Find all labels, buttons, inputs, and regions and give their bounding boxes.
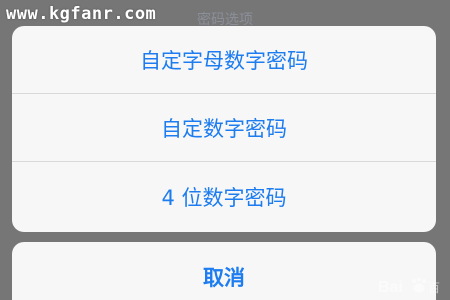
option-numeric-passcode-button[interactable]: 自定数字密码 [12, 94, 436, 162]
baidu-logo-icon: Bai 百 [378, 277, 440, 296]
password-options-sheet: 自定字母数字密码 自定数字密码 4 位数字密码 [12, 26, 436, 232]
svg-text:Bai: Bai [378, 279, 403, 296]
cancel-group: 取消 [12, 242, 436, 300]
cancel-button[interactable]: 取消 [12, 242, 436, 300]
svg-text:百: 百 [428, 281, 440, 295]
option-alphanumeric-passcode-button[interactable]: 自定字母数字密码 [12, 26, 436, 94]
option-4-digit-passcode-button[interactable]: 4 位数字密码 [12, 162, 436, 232]
site-watermark: www.kgfanr.com [6, 4, 157, 24]
